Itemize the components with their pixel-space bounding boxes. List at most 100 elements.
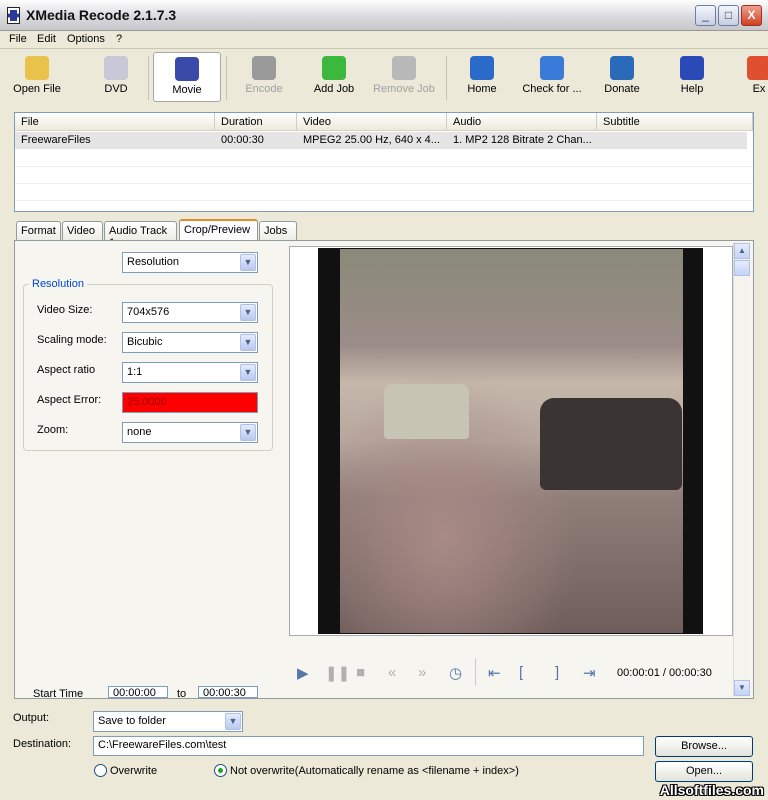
destination-input[interactable]: C:\FreewareFiles.com\test — [93, 736, 644, 756]
toolbar-label: Add Job — [313, 83, 355, 95]
video-car-right — [540, 398, 682, 490]
title-bar: XMedia Recode 2.1.7.3 _ □ X — [0, 0, 768, 31]
toolbar-donate-button[interactable]: Donate — [594, 52, 650, 102]
tab-crop-preview[interactable]: Crop/Preview — [179, 219, 258, 242]
not-overwrite-radio[interactable] — [214, 764, 227, 777]
play-icon[interactable]: ▶ — [297, 664, 309, 682]
stop-icon[interactable]: ■ — [356, 664, 365, 681]
minus-icon — [392, 56, 416, 80]
field-label: Video Size: — [37, 304, 93, 316]
toolbar-label: Check for ... — [522, 83, 582, 95]
toolbar-label: Encode — [245, 83, 283, 95]
menu-file[interactable]: File — [9, 33, 27, 45]
toolbar-open-file-button[interactable]: Open File — [4, 52, 70, 102]
toolbar-home-button[interactable]: Home — [452, 52, 512, 102]
toolbar-check-for-button[interactable]: Check for ... — [516, 52, 588, 102]
toolbar-separator — [148, 56, 149, 100]
row-divider — [15, 166, 753, 167]
vertical-scrollbar[interactable]: ▲ ▼ — [733, 243, 750, 697]
chevron-down-icon: ▼ — [240, 304, 256, 321]
toolbar-dvd-button[interactable]: DVD — [86, 52, 146, 102]
tab-audio-track-1[interactable]: Audio Track 1 — [104, 221, 177, 249]
field-label: Zoom: — [37, 424, 69, 436]
field-value: none — [127, 426, 152, 438]
scroll-up-button[interactable]: ▲ — [734, 243, 750, 259]
row-divider — [15, 200, 753, 201]
exit-icon — [747, 56, 768, 80]
toolbar-encode-button[interactable]: Encode — [232, 52, 296, 102]
cell-subtitle — [597, 132, 747, 149]
toolbar-label: Open File — [13, 83, 61, 95]
row-divider — [15, 183, 753, 184]
euro-icon — [610, 56, 634, 80]
field-label: Scaling mode: — [37, 334, 107, 346]
browse-button[interactable]: Browse... — [655, 736, 753, 757]
menu-bar: File Edit Options ? — [0, 31, 768, 49]
toolbar-movie-button[interactable]: Movie — [153, 52, 221, 102]
zoom-select[interactable]: none ▼ — [122, 422, 258, 443]
toolbar-add-job-button[interactable]: Add Job — [302, 52, 366, 102]
scroll-down-button[interactable]: ▼ — [734, 680, 750, 696]
pause-icon[interactable]: ❚❚ — [325, 664, 350, 682]
end-time-input[interactable]: 00:00:30 — [198, 686, 258, 698]
start-time-label: Start Time — [33, 688, 84, 698]
toolbar-separator — [226, 56, 227, 100]
mark-out-icon[interactable]: ] — [555, 664, 559, 681]
column-header-audio[interactable]: Audio — [447, 113, 597, 131]
toolbar-label: Donate — [604, 83, 640, 95]
toolbar-help-button[interactable]: Help — [660, 52, 724, 102]
crop-mode-select[interactable]: Resolution ▼ — [122, 252, 258, 273]
scaling-mode-select[interactable]: Bicubic ▼ — [122, 332, 258, 353]
aspect-error-field: 25.0000 — [122, 392, 258, 413]
toolbar-label: Remove Job — [373, 83, 435, 95]
tab-format[interactable]: Format — [16, 221, 61, 241]
window-title: XMedia Recode 2.1.7.3 — [26, 7, 177, 23]
chevron-down-icon: ▼ — [240, 254, 256, 271]
plus-icon — [322, 56, 346, 80]
rewind-icon[interactable]: « — [388, 664, 396, 681]
output-select[interactable]: Save to folder ▼ — [93, 711, 243, 732]
column-header-duration[interactable]: Duration — [215, 113, 297, 131]
chevron-down-icon: ▼ — [240, 334, 256, 351]
video-car-left — [384, 384, 469, 439]
overwrite-radio[interactable] — [94, 764, 107, 777]
chevron-down-icon: ▼ — [240, 364, 256, 381]
column-header-subtitle[interactable]: Subtitle — [597, 113, 753, 131]
toolbar-label: Movie — [172, 84, 202, 96]
toolbar-label: Help — [680, 83, 704, 95]
go-start-icon[interactable]: ⇤ — [488, 664, 501, 682]
field-value: Bicubic — [127, 336, 163, 348]
tab-video[interactable]: Video — [62, 221, 103, 241]
menu-options[interactable]: Options — [67, 33, 105, 45]
file-list[interactable]: File Duration Video Audio Subtitle Freew… — [14, 112, 754, 212]
open-button[interactable]: Open... — [655, 761, 753, 782]
go-end-icon[interactable]: ⇥ — [583, 664, 596, 682]
clock-icon[interactable]: ◷ — [449, 664, 462, 682]
column-header-video[interactable]: Video — [297, 113, 447, 131]
fast-forward-icon[interactable]: » — [418, 664, 426, 681]
destination-label: Destination: — [13, 738, 72, 750]
menu-help[interactable]: ? — [116, 33, 122, 45]
overwrite-label[interactable]: Overwrite — [110, 765, 157, 777]
toolbar-label: Home — [467, 83, 497, 95]
minimize-button[interactable]: _ — [695, 5, 716, 26]
column-header-file[interactable]: File — [15, 113, 215, 131]
encode-icon — [252, 56, 276, 80]
toolbar-label: Ex — [752, 83, 766, 95]
toolbar-ex-button[interactable]: Ex — [744, 52, 768, 102]
refresh-icon — [540, 56, 564, 80]
maximize-button[interactable]: □ — [718, 5, 739, 26]
tab-jobs[interactable]: Jobs — [259, 221, 297, 241]
scroll-thumb[interactable] — [734, 260, 750, 276]
mark-in-icon[interactable]: [ — [519, 664, 523, 681]
toolbar-remove-job-button[interactable]: Remove Job — [368, 52, 440, 102]
aspect-ratio-select[interactable]: 1:1 ▼ — [122, 362, 258, 383]
toolbar-separator — [446, 56, 447, 100]
not-overwrite-label[interactable]: Not overwrite(Automatically rename as <f… — [230, 765, 519, 777]
close-button[interactable]: X — [741, 5, 762, 26]
field-label: Aspect ratio — [37, 364, 96, 376]
video-size-select[interactable]: 704x576 ▼ — [122, 302, 258, 323]
dvd-icon — [104, 56, 128, 80]
menu-edit[interactable]: Edit — [37, 33, 56, 45]
start-time-input[interactable]: 00:00:00 — [108, 686, 168, 698]
